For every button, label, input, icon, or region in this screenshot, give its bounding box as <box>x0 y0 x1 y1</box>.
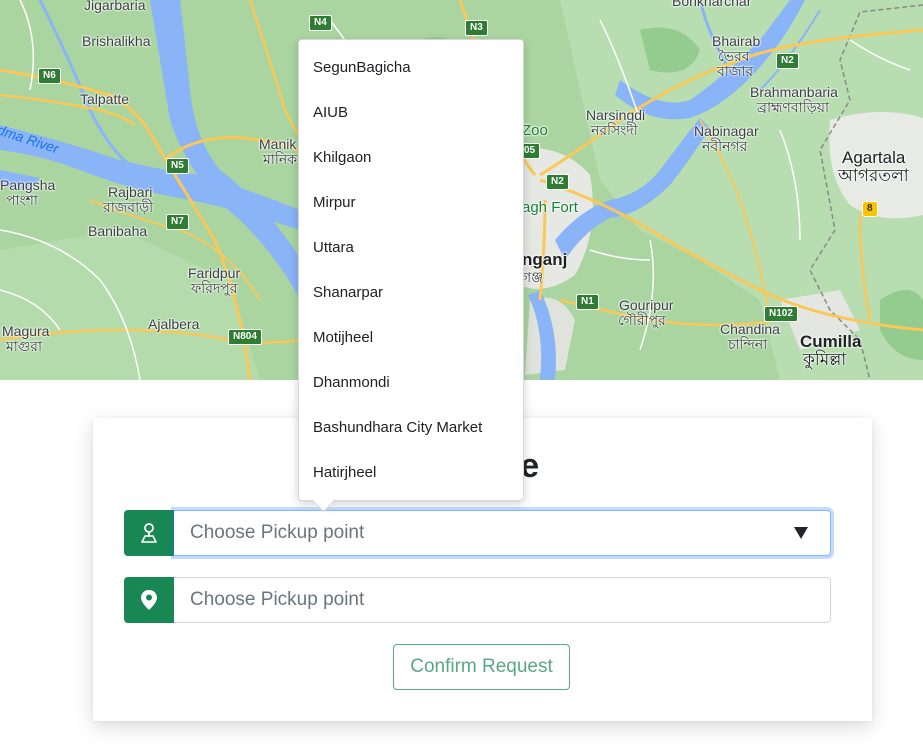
map-place-label: Faridpur <box>188 265 241 281</box>
map-place-label: nganj <box>522 250 568 269</box>
map-place-label: নবীনগর <box>702 138 748 154</box>
road-shield: N7 <box>166 214 189 230</box>
road-shield: 8 <box>862 201 878 217</box>
road-shield: N2 <box>776 53 799 69</box>
dropdown-option[interactable]: Bashundhara City Market <box>299 410 523 455</box>
map-place-label: গৌরীপুর <box>618 312 666 328</box>
map-place-label: Brishalikha <box>82 33 151 49</box>
map-place-label: ব্রাহ্মণবাড়িয়া <box>757 99 830 115</box>
map-place-label: Nabinagar <box>694 123 759 139</box>
map-place-label: পাংশা <box>6 192 38 208</box>
location-pin-icon <box>141 590 157 610</box>
map-place-label: Brahmanbaria <box>750 84 838 100</box>
dropdown-option[interactable]: Mirpur <box>299 185 523 230</box>
pickup-dropdown-menu: SegunBagicha AIUB Khilgaon Mirpur Uttara… <box>298 39 524 513</box>
map-place-label: Pangsha <box>0 177 56 193</box>
map-place-label: গঞ্জ <box>522 269 544 285</box>
map-place-label: ভৈরব <box>718 48 750 64</box>
dropdown-options-list: SegunBagicha AIUB Khilgaon Mirpur Uttara… <box>299 50 523 500</box>
confirm-request-button[interactable]: Confirm Request <box>393 644 570 690</box>
map-poi-label: Zoo <box>522 122 548 139</box>
map-poi-label: agh Fort <box>522 199 578 216</box>
map-place-label: মাগুরা <box>6 338 43 354</box>
map-place-label: কুমিল্লা <box>803 350 847 369</box>
dropdown-option[interactable]: Hatirjheel <box>299 455 523 500</box>
map-place-label: আগরতলা <box>838 166 909 185</box>
dropdown-option[interactable]: AIUB <box>299 95 523 140</box>
dropoff-row: Choose Pickup point <box>124 577 831 623</box>
dropoff-icon-box <box>124 577 174 623</box>
road-shield: N102 <box>764 306 798 322</box>
dropdown-option[interactable]: Khilgaon <box>299 140 523 185</box>
map-place-label: Manik <box>259 136 297 152</box>
map-place-label: Jigarbaria <box>84 0 146 13</box>
map-place-label: Magura <box>2 323 50 339</box>
road-shield: N4 <box>309 15 332 31</box>
road-shield: N804 <box>228 329 262 345</box>
map-place-label: Chandina <box>720 321 780 337</box>
map-place-label: Ajalbera <box>148 316 200 332</box>
map-place-label: মানিক <box>263 151 297 167</box>
chevron-down-icon[interactable] <box>794 527 808 539</box>
dropdown-option[interactable]: Uttara <box>299 230 523 275</box>
map-place-label: Narsingdi <box>586 107 646 123</box>
road-shield: N3 <box>465 20 488 36</box>
pickup-select[interactable]: Choose Pickup point <box>174 510 831 556</box>
map-place-label: রাজবাড়ী <box>103 199 154 215</box>
pickup-row: Choose Pickup point <box>124 510 831 556</box>
pickup-select-value: Choose Pickup point <box>190 522 365 543</box>
map-place-label: Talpatte <box>80 91 130 107</box>
map-place-label: Bonkharchar <box>672 0 752 9</box>
map-place-label: চান্দিনা <box>728 336 768 352</box>
map-place-label: Rajbari <box>108 184 153 200</box>
map-place-label: Gouripur <box>619 297 674 313</box>
road-shield: N2 <box>546 174 569 190</box>
person-pin-icon <box>141 523 157 543</box>
map-place-label: ফরিদপুর <box>191 280 238 296</box>
road-shield: N1 <box>576 294 599 310</box>
dropdown-option[interactable]: Shanarpar <box>299 275 523 320</box>
road-shield: N6 <box>38 68 61 84</box>
dropdown-option[interactable]: SegunBagicha <box>299 50 523 95</box>
dropdown-option[interactable]: Dhanmondi <box>299 365 523 410</box>
map-place-label: Cumilla <box>800 332 862 351</box>
dropoff-input-placeholder: Choose Pickup point <box>190 589 365 610</box>
road-shield: N5 <box>166 158 189 174</box>
map-place-label: বাজার <box>717 63 754 79</box>
map-place-label: Agartala <box>842 148 906 167</box>
map-place-label: নরসিংদী <box>591 122 638 138</box>
pickup-icon-box <box>124 510 174 556</box>
dropoff-input[interactable]: Choose Pickup point <box>174 577 831 623</box>
map-place-label: Banibaha <box>88 223 148 239</box>
ride-request-page: Jigarbaria Brishalikha Talpatte Manik মা… <box>0 0 923 746</box>
map-place-label: Bhairab <box>712 33 761 49</box>
dropdown-option[interactable]: Motijheel <box>299 320 523 365</box>
